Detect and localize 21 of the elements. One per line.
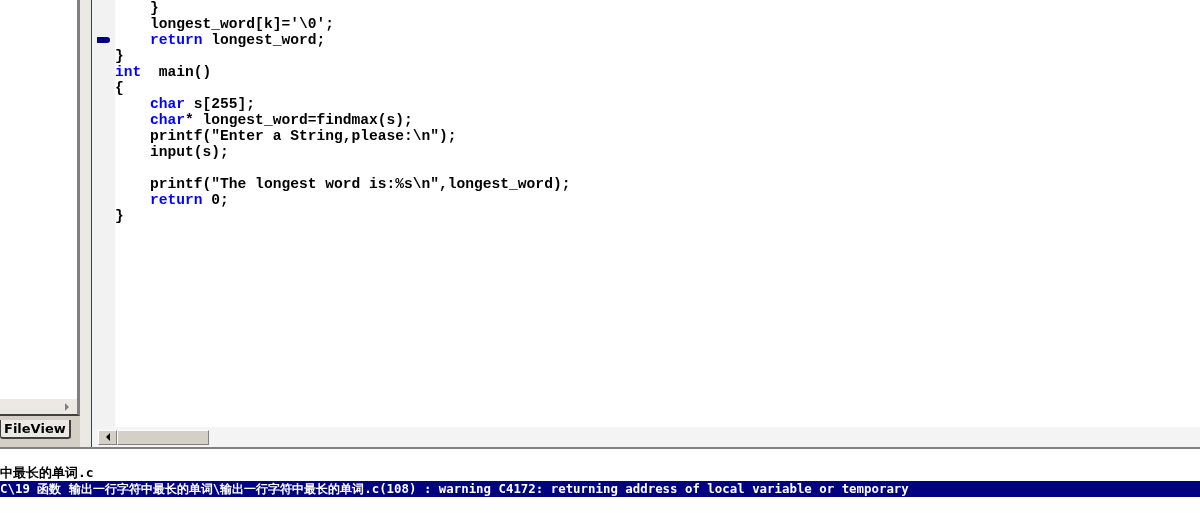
- scroll-left-icon: [105, 433, 110, 441]
- scroll-left-button[interactable]: [98, 429, 117, 445]
- code-line: longest_word[k]='\0';: [149, 16, 335, 32]
- splitter[interactable]: [80, 0, 92, 447]
- code-line: return longest_word;: [149, 32, 327, 48]
- code-line: int main(): [115, 64, 213, 80]
- fileview-tab[interactable]: FileView: [0, 420, 71, 439]
- scroll-right-icon[interactable]: [65, 402, 69, 411]
- code-line: return 0;: [149, 192, 230, 208]
- code-line: }: [115, 208, 125, 224]
- code-line: char s[255];: [149, 96, 257, 112]
- code-line: }: [149, 0, 160, 16]
- code-line: printf("The longest word is:%s\n",longest_word);: [149, 176, 571, 192]
- code-line: }: [115, 48, 125, 64]
- output-line[interactable]: 中最长的单词.c: [0, 465, 1200, 481]
- code-line: input(s);: [149, 144, 230, 160]
- horizontal-scrollbar[interactable]: [0, 399, 77, 414]
- code-line: char* longest_word=findmax(s);: [149, 112, 414, 128]
- scrollbar-thumb[interactable]: [117, 429, 209, 445]
- code-line: printf("Enter a String,please:\n");: [149, 128, 458, 144]
- code-line: {: [115, 80, 125, 96]
